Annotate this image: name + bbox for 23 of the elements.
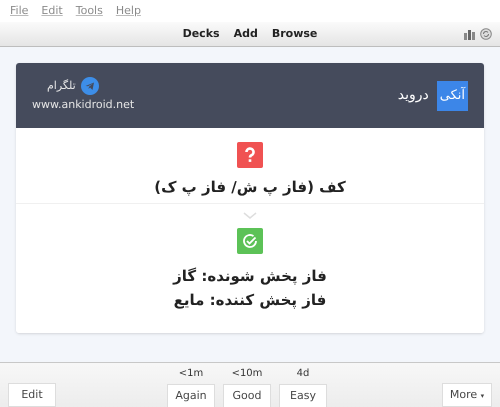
edit-button[interactable]: Edit bbox=[8, 383, 56, 407]
answer-button[interactable]: Again bbox=[167, 384, 215, 407]
answer-button[interactable]: Easy bbox=[279, 384, 327, 407]
logo-badge: آنکی bbox=[436, 80, 468, 110]
sync-icon[interactable] bbox=[480, 28, 492, 40]
answer-text: فاز پخش شونده: گاز bbox=[173, 266, 327, 287]
chevron-down-icon bbox=[243, 212, 257, 218]
toolbar-link[interactable]: Decks bbox=[182, 26, 220, 42]
interval-label: <10m bbox=[232, 367, 262, 381]
stats-icon[interactable] bbox=[464, 28, 476, 40]
toolbar-link[interactable]: Add bbox=[234, 26, 258, 42]
question-text: کف (فاز پ ش/ فاز پ ک) bbox=[154, 177, 346, 198]
telegram-link[interactable]: تلگرام bbox=[47, 78, 76, 94]
answer-text: فاز پخش کننده: مایع bbox=[174, 290, 326, 311]
answer-button[interactable]: Good bbox=[223, 384, 271, 407]
website-link[interactable]: www.ankidroid.net bbox=[32, 97, 134, 114]
question-mark-icon bbox=[237, 142, 263, 168]
toolbar-link[interactable]: Browse bbox=[272, 26, 318, 42]
check-icon bbox=[237, 228, 263, 254]
paper-plane-icon bbox=[80, 77, 99, 96]
logo-text: درويد bbox=[398, 86, 429, 105]
interval-label: <1m bbox=[178, 367, 204, 381]
interval-label: 4d bbox=[296, 367, 310, 381]
